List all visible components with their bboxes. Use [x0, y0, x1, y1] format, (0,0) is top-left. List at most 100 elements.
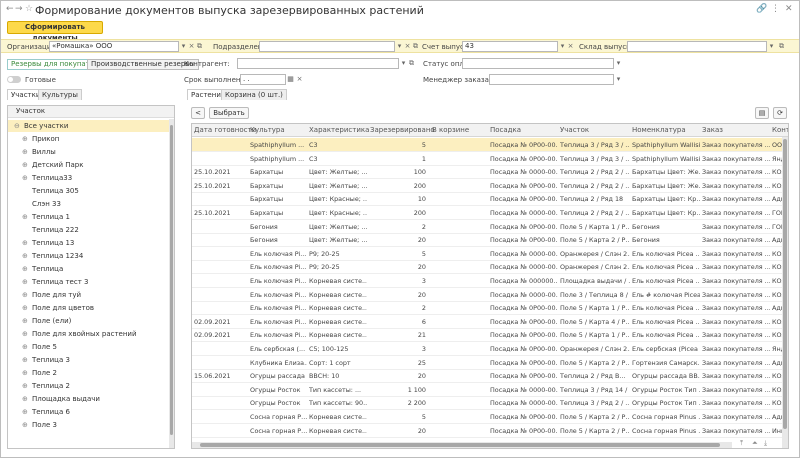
dropdown-icon[interactable]: ▾ [614, 58, 623, 69]
open-icon[interactable]: ⧉ [407, 58, 416, 69]
table-row[interactable]: Бархатцы Цвет: Красные; ... 10 Посадка № 0Р… [192, 192, 786, 207]
column-header[interactable]: Культура [250, 126, 285, 134]
expand-icon[interactable]: ⊕ [22, 393, 28, 405]
column-header[interactable]: Посадка [490, 126, 521, 134]
expand-icon[interactable]: ⊕ [22, 315, 28, 327]
more-icon[interactable]: ⋮ [771, 4, 780, 14]
counterparty-field[interactable] [237, 58, 399, 69]
tree-item[interactable]: ⊕ Площадка выдачи [8, 393, 170, 405]
pay-status-field[interactable] [462, 58, 614, 69]
table-row[interactable]: 25.10.2021 Бархатцы Цвет: Красные; ... 200 П… [192, 206, 785, 220]
tree-scrollbar-thumb[interactable] [170, 125, 173, 435]
open-icon[interactable]: ⧉ [411, 41, 420, 52]
table-hscrollbar-thumb[interactable] [200, 443, 720, 447]
scroll-top-icon[interactable]: ⤒ [740, 439, 743, 448]
column-header[interactable]: Характеристика [309, 126, 369, 134]
tree-item[interactable]: Теплица 305 [8, 185, 170, 197]
dept-field[interactable] [259, 41, 395, 52]
form-documents-button[interactable]: Сформировать документы [7, 21, 103, 42]
choose-button[interactable]: Выбрать [209, 107, 249, 119]
expand-icon[interactable]: ⊕ [22, 419, 28, 431]
tree-item[interactable]: ⊕ Теплица 2 [8, 380, 170, 392]
tree-item[interactable]: ⊕ Поле 2 [8, 367, 170, 379]
table-row[interactable]: 25.10.2021 Бархатцы Цвет: Желтые; ... 100 По… [192, 165, 786, 180]
expand-icon[interactable]: ⊕ [22, 250, 28, 262]
expand-icon[interactable]: ⊕ [22, 367, 28, 379]
scroll-bottom-icon[interactable]: ⤓ [764, 439, 767, 448]
order-manager-field[interactable] [489, 74, 614, 85]
table-row[interactable]: 25.10.2021 Бархатцы Цвет: Желтые; ... 200 По… [192, 179, 786, 193]
expand-icon[interactable]: ⊕ [22, 237, 28, 249]
expand-icon[interactable]: ⊕ [22, 146, 28, 158]
table-vscrollbar[interactable] [782, 137, 788, 448]
tab-production-reserves[interactable]: Производственные резервы [87, 59, 199, 70]
clear-icon[interactable]: × [566, 41, 575, 52]
clear-icon[interactable]: × [295, 74, 304, 85]
tree-item[interactable]: ⊕ Теплица тест 3 [8, 276, 170, 288]
table-row[interactable]: Ель колючая Pi... Корневая систе... 3 Посад… [192, 274, 786, 288]
calendar-icon[interactable]: ▦ [286, 74, 295, 85]
expand-icon[interactable]: ⊕ [22, 172, 28, 184]
tree-item[interactable]: ⊕ Теплица 6 [8, 406, 170, 418]
tree-item[interactable]: Слэн 33 [8, 198, 170, 210]
expand-icon[interactable]: ⊕ [22, 380, 28, 392]
expand-icon[interactable]: ⊕ [22, 276, 28, 288]
tree-item[interactable]: ⊕ Поле 5 [8, 341, 170, 353]
table-row[interactable]: Ель сербская (... C5; 100-125 3 Посадка № 0… [192, 342, 786, 356]
table-settings-icon[interactable]: ▤ [755, 107, 769, 119]
table-row[interactable]: Огурцы Росток Тип кассеты: 90... 2 200 Поса… [192, 396, 786, 411]
column-header[interactable]: Зарезервировано [370, 126, 435, 134]
tree-item[interactable]: ⊕ Теплица 13 [8, 237, 170, 249]
expand-icon[interactable]: ⊕ [22, 159, 28, 171]
tree-item[interactable]: ⊕ Теплица 3 [8, 354, 170, 366]
table-row[interactable]: Сосна горная Р... Корневая систе... 5 Посад… [192, 410, 786, 424]
close-icon[interactable]: ✕ [785, 4, 793, 14]
expand-icon[interactable]: ⊕ [22, 406, 28, 418]
table-row[interactable]: Spathiphyllum ... C3 5 Посадка № 0Р00-00...… [192, 138, 786, 152]
tab-crops[interactable]: Культуры [38, 89, 82, 100]
table-row[interactable]: 15.06.2021 Огурцы рассада ВВСН: 10 20 Посадк… [192, 369, 786, 384]
tree-item[interactable]: ⊕ Теплица 1 [8, 211, 170, 223]
tree-item[interactable]: ⊕ Теплица 1234 [8, 250, 170, 262]
back-arrow-icon[interactable]: ← [6, 4, 14, 14]
tab-cart[interactable]: Корзина (0 шт.) [221, 89, 287, 100]
table-vscrollbar-thumb[interactable] [783, 139, 787, 429]
table-row[interactable]: Бегония Цвет: Желтые; ... 2 Посадка № 0Р00-… [192, 220, 785, 234]
open-icon[interactable]: ⧉ [777, 41, 786, 52]
table-row[interactable]: 02.09.2021 Ель колючая Pi... Корневая сист… [192, 315, 786, 329]
open-icon[interactable]: ⧉ [195, 41, 204, 52]
table-row[interactable]: Ель колючая Pi... Р9; 20-25 20 Посадка № 00… [192, 260, 786, 275]
tree-item[interactable]: Теплица 222 [8, 224, 170, 236]
table-row[interactable]: Клубника Елиза... Сорт: 1 сорт 25 Посадка №… [192, 356, 786, 370]
column-header[interactable]: Дата готовности [194, 126, 256, 134]
expand-icon[interactable]: ⊕ [22, 328, 28, 340]
tree-item[interactable]: ⊕ Поле для туй [8, 289, 170, 301]
tree-item[interactable]: ⊕ Теплица [8, 263, 170, 275]
table-row[interactable]: Сосна горная Р... Корневая систе... 20 Поса… [192, 424, 786, 438]
tree-item[interactable]: ⊕ Теплица33 [8, 172, 170, 184]
table-hscrollbar[interactable] [192, 442, 732, 448]
collapse-icon[interactable]: ⊖ [14, 120, 20, 132]
ready-toggle[interactable] [7, 76, 21, 83]
org-field[interactable]: «Ромашка» ООО [49, 41, 179, 52]
tree-item[interactable]: ⊕ Виллы [8, 146, 170, 158]
forward-arrow-icon[interactable]: → [15, 4, 23, 14]
tree-item[interactable]: ⊕ Поле для цветов [8, 302, 170, 314]
star-icon[interactable]: ☆ [25, 4, 33, 14]
column-header[interactable]: Участок [560, 126, 589, 134]
table-row[interactable]: Бегония Цвет: Желтые; ... 20 Посадка № 0Р00… [192, 233, 786, 248]
expand-icon[interactable]: ⊕ [22, 354, 28, 366]
expand-icon[interactable]: ⊕ [22, 263, 28, 275]
invoice-field[interactable]: 43 [462, 41, 558, 52]
table-row[interactable]: Spathiphyllum ... C3 1 Посадка № 0Р00-00...… [192, 152, 786, 166]
table-row[interactable]: 02.09.2021 Ель колючая Pi... Корневая сист… [192, 328, 786, 343]
column-header[interactable]: В корзине [432, 126, 469, 134]
dropdown-icon[interactable]: ▾ [614, 74, 623, 85]
table-row[interactable]: Ель колючая Pi... Р9; 20-25 5 Посадка № 000… [192, 247, 786, 261]
expand-icon[interactable]: ⊕ [22, 341, 28, 353]
table-row[interactable]: Ель колючая Pi... Корневая систе... 2 Посад… [192, 301, 786, 316]
expand-icon[interactable]: ⊕ [22, 211, 28, 223]
tree-item[interactable]: ⊕ Прикоп [8, 133, 170, 145]
tree-item[interactable]: ⊕ Детский Парк [8, 159, 170, 171]
table-row[interactable]: Огурцы Росток Тип кассеты: ... 1 100 Посадк… [192, 383, 786, 397]
